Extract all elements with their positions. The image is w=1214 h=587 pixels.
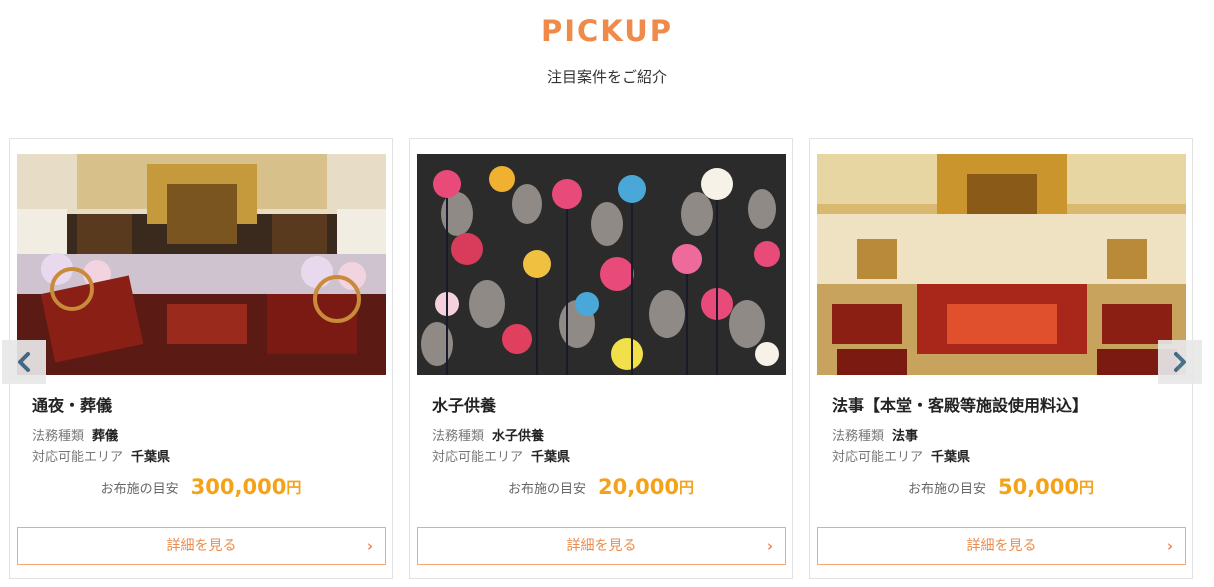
price-amount: 50,000	[997, 475, 1080, 499]
area-label: 対応可能エリア	[832, 450, 924, 465]
price-unit: 円	[679, 478, 695, 497]
price-unit: 円	[1079, 478, 1095, 497]
service-type-row: 法務種類 水子供養	[432, 425, 544, 444]
service-type-row: 法務種類 法事	[832, 425, 918, 444]
pickup-card[interactable]: 水子供養 法務種類 水子供養 対応可能エリア 千葉県 お布施の目安 20,000円 詳…	[409, 138, 793, 579]
area-value: 千葉県	[931, 450, 971, 465]
card-title: 水子供養	[432, 396, 497, 415]
jizo-pinwheel-photo	[417, 154, 786, 375]
detail-button-label: 詳細を見る	[166, 538, 237, 554]
chevron-right-icon: ›	[1166, 537, 1173, 555]
card-title: 通夜・葬儀	[32, 396, 113, 415]
price-row: お布施の目安 300,000円	[10, 475, 392, 499]
area-row: 対応可能エリア 千葉県	[832, 446, 970, 465]
price-amount: 300,000	[190, 475, 287, 499]
service-type-label: 法務種類	[432, 429, 485, 444]
funeral-hall-photo	[17, 154, 386, 375]
service-type-value: 法事	[892, 429, 919, 444]
price-label: お布施の目安	[100, 481, 179, 497]
area-label: 対応可能エリア	[432, 450, 524, 465]
price-label: お布施の目安	[507, 481, 586, 497]
section-subtitle: 注目案件をご紹介	[546, 68, 667, 86]
area-row: 対応可能エリア 千葉県	[432, 446, 570, 465]
price-amount: 20,000	[597, 475, 680, 499]
card-title: 法事【本堂・客殿等施設使用料込】	[832, 396, 1089, 415]
pickup-card[interactable]: 法事【本堂・客殿等施設使用料込】 法務種類 法事 対応可能エリア 千葉県 お布施の目…	[809, 138, 1193, 579]
detail-button[interactable]: 詳細を見る ›	[417, 527, 786, 565]
temple-hall-photo	[817, 154, 1186, 375]
chevron-right-icon: ›	[366, 537, 373, 555]
chevron-right-icon: ›	[766, 537, 773, 555]
price-label: お布施の目安	[907, 481, 986, 497]
card-image-hoji[interactable]	[817, 154, 1186, 375]
area-label: 対応可能エリア	[32, 450, 124, 465]
price-unit: 円	[286, 478, 302, 497]
area-row: 対応可能エリア 千葉県	[32, 446, 170, 465]
detail-button[interactable]: 詳細を見る ›	[817, 527, 1186, 565]
chevron-right-icon	[1174, 352, 1186, 372]
detail-button[interactable]: 詳細を見る ›	[17, 527, 386, 565]
chevron-left-icon	[18, 352, 30, 372]
service-type-row: 法務種類 葬儀	[32, 425, 118, 444]
carousel-prev-button[interactable]	[2, 340, 46, 384]
detail-button-label: 詳細を見る	[566, 538, 637, 554]
service-type-value: 水子供養	[492, 429, 545, 444]
card-image-mizuko[interactable]	[417, 154, 786, 375]
service-type-label: 法務種類	[832, 429, 885, 444]
detail-button-label: 詳細を見る	[966, 538, 1037, 554]
pickup-card[interactable]: 通夜・葬儀 法務種類 葬儀 対応可能エリア 千葉県 お布施の目安 300,000円 詳…	[9, 138, 393, 579]
area-value: 千葉県	[131, 450, 171, 465]
price-row: お布施の目安 20,000円	[410, 475, 792, 499]
card-image-funeral[interactable]	[17, 154, 386, 375]
service-type-label: 法務種類	[32, 429, 85, 444]
carousel-next-button[interactable]	[1158, 340, 1202, 384]
service-type-value: 葬儀	[92, 429, 119, 444]
price-row: お布施の目安 50,000円	[810, 475, 1192, 499]
section-title: PICKUP	[540, 14, 674, 48]
area-value: 千葉県	[531, 450, 571, 465]
